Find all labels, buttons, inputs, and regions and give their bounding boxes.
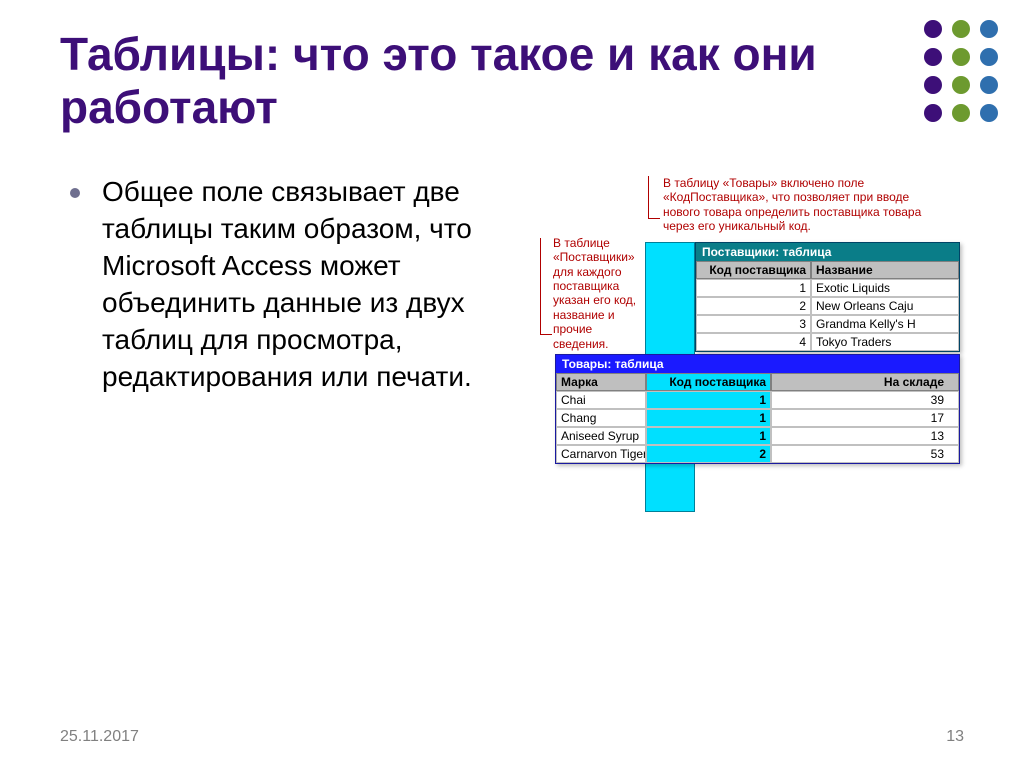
cell-code: 4 [696, 333, 811, 351]
connector-line [540, 238, 541, 334]
cell-code: 1 [696, 279, 811, 297]
table-row: Carnarvon Tigers 2 53 [556, 445, 959, 463]
cell-brand: Aniseed Syrup [556, 427, 646, 445]
table-title: Поставщики: таблица [696, 243, 959, 261]
cell-code: 1 [646, 391, 771, 409]
cell-code: 3 [696, 315, 811, 333]
header-cell: Код поставщика [646, 373, 771, 391]
products-table: Товары: таблица Марка Код поставщика На … [555, 354, 960, 464]
table-row: 4 Tokyo Traders [696, 333, 959, 351]
cell-stock: 53 [771, 445, 959, 463]
table-header-row: Код поставщика Название [696, 261, 959, 279]
cell-code: 2 [646, 445, 771, 463]
cell-code: 1 [646, 427, 771, 445]
cell-name: Exotic Liquids [811, 279, 959, 297]
header-cell: Код поставщика [696, 261, 811, 279]
footer-date: 25.11.2017 [60, 728, 139, 746]
header-cell: На складе [771, 373, 959, 391]
cell-name: Tokyo Traders [811, 333, 959, 351]
cell-stock: 39 [771, 391, 959, 409]
header-cell: Название [811, 261, 959, 279]
slide-footer: 25.11.2017 13 [60, 728, 964, 746]
cell-brand: Carnarvon Tigers [556, 445, 646, 463]
connector-line [540, 334, 552, 335]
cell-code: 1 [646, 409, 771, 427]
table-row: Chang 1 17 [556, 409, 959, 427]
table-row: 3 Grandma Kelly's H [696, 315, 959, 333]
decorative-dots [924, 20, 998, 122]
bullet-text: Общее поле связывает две таблицы таким о… [102, 174, 480, 396]
table-row: 2 New Orleans Caju [696, 297, 959, 315]
callout-top: В таблицу «Товары» включено поле «КодПос… [660, 174, 935, 236]
cell-code: 2 [696, 297, 811, 315]
footer-page: 13 [946, 728, 964, 746]
table-row: 1 Exotic Liquids [696, 279, 959, 297]
suppliers-table: Поставщики: таблица Код поставщика Назва… [695, 242, 960, 352]
table-title: Товары: таблица [556, 355, 959, 373]
slide-title: Таблицы: что это такое и как они работаю… [60, 28, 880, 134]
cell-brand: Chang [556, 409, 646, 427]
header-cell: Марка [556, 373, 646, 391]
table-row: Chai 1 39 [556, 391, 959, 409]
cell-brand: Chai [556, 391, 646, 409]
callout-left: В таблице «Поставщики» для каждого поста… [550, 234, 645, 353]
cell-stock: 13 [771, 427, 959, 445]
cell-name: New Orleans Caju [811, 297, 959, 315]
cell-stock: 17 [771, 409, 959, 427]
connector-line [648, 176, 649, 219]
table-header-row: Марка Код поставщика На складе [556, 373, 959, 391]
connector-line [648, 218, 660, 219]
cell-name: Grandma Kelly's H [811, 315, 959, 333]
table-row: Aniseed Syrup 1 13 [556, 427, 959, 445]
bullet-item: Общее поле связывает две таблицы таким о… [60, 164, 480, 396]
